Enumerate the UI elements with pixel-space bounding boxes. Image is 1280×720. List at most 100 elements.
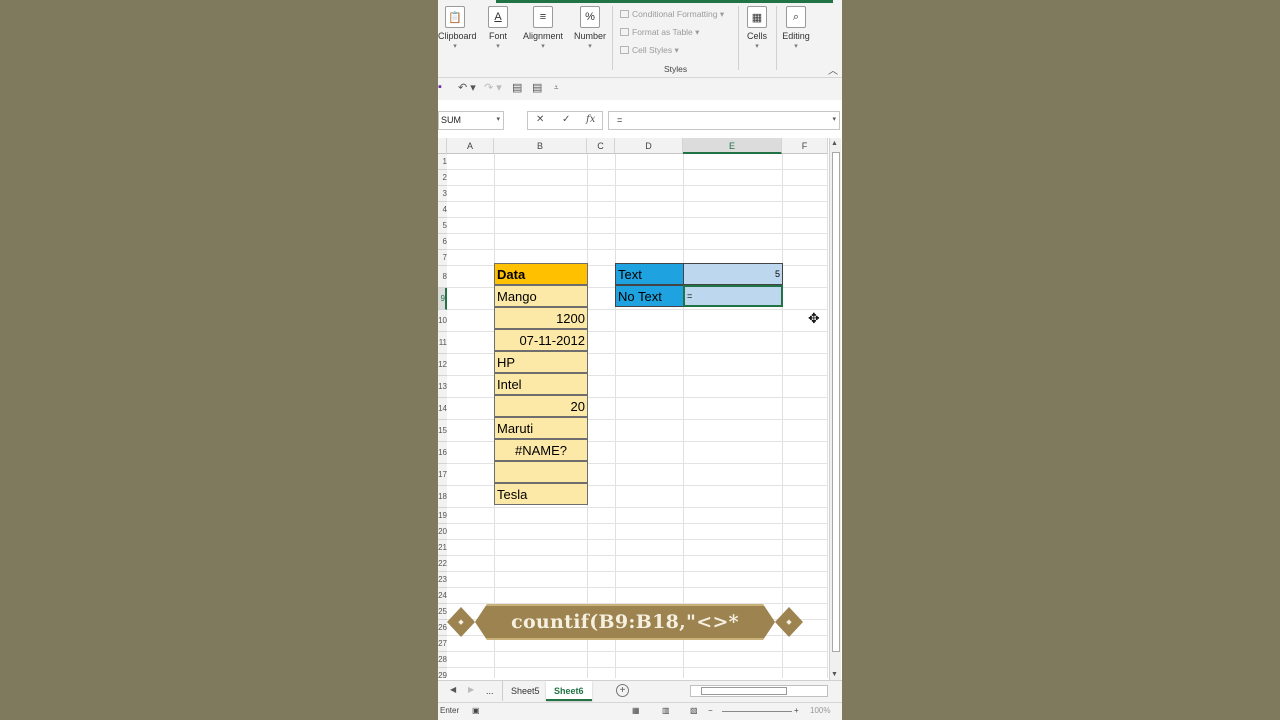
zoom-in-icon[interactable]: + xyxy=(794,706,799,715)
print-preview-icon[interactable]: ▤ xyxy=(512,81,522,94)
enter-icon[interactable]: ✓ xyxy=(562,114,570,125)
column-header-b[interactable]: B xyxy=(494,138,587,154)
row-header[interactable]: 18 xyxy=(438,486,447,508)
column-header-d[interactable]: D xyxy=(615,138,683,154)
data-cell[interactable]: Mango xyxy=(494,285,588,307)
font-group[interactable]: A Font ▾ xyxy=(484,6,512,50)
name-box[interactable]: SUM ▾ xyxy=(438,111,504,130)
gridline xyxy=(447,539,828,540)
row-header[interactable]: 15 xyxy=(438,420,447,442)
row-header[interactable]: 29 xyxy=(438,668,447,678)
column-header-f[interactable]: F xyxy=(782,138,828,154)
vertical-scrollbar[interactable]: ▲ ▼ xyxy=(829,138,841,680)
column-header-a[interactable]: A xyxy=(447,138,494,154)
row-header[interactable]: 20 xyxy=(438,524,447,540)
row-header[interactable]: 12 xyxy=(438,354,447,376)
column-header-c[interactable]: C xyxy=(587,138,615,154)
tab-prev-icon[interactable]: ◀ xyxy=(450,685,456,694)
row-header[interactable]: 9 xyxy=(438,288,447,310)
row-header[interactable]: 3 xyxy=(438,186,447,202)
row-header[interactable]: 17 xyxy=(438,464,447,486)
row-header[interactable]: 13 xyxy=(438,376,447,398)
gridline xyxy=(447,603,828,604)
row-header[interactable]: 14 xyxy=(438,398,447,420)
format-as-table-button[interactable]: Format as Table ▾ xyxy=(620,27,699,38)
insert-function-icon[interactable]: fx xyxy=(586,114,595,125)
row-header[interactable]: 8 xyxy=(438,266,447,288)
worksheet-grid[interactable]: A B C D E F 1 2 3 4 5 6 7 8 9 10 11 12 13 14 15 16 17 18 1… xyxy=(438,138,828,678)
row-header[interactable]: 24 xyxy=(438,588,447,604)
text-count-cell[interactable]: 5 xyxy=(683,263,783,285)
tab-next-icon[interactable]: ▶ xyxy=(468,685,474,694)
data-cell[interactable]: Maruti xyxy=(494,417,588,439)
data-cell[interactable]: Intel xyxy=(494,373,588,395)
gridline xyxy=(447,201,828,202)
page-layout-icon[interactable]: ▥ xyxy=(662,706,670,715)
formula-input[interactable]: = ▾ xyxy=(608,111,840,130)
number-group[interactable]: % Number ▾ xyxy=(572,6,608,50)
alignment-group[interactable]: ≡ Alignment ▾ xyxy=(522,6,564,50)
row-header[interactable]: 1 xyxy=(438,154,447,170)
row-header[interactable]: 22 xyxy=(438,556,447,572)
row-header[interactable]: 19 xyxy=(438,508,447,524)
row-header[interactable]: 16 xyxy=(438,442,447,464)
add-sheet-icon[interactable]: + xyxy=(616,684,629,697)
data-cell-error[interactable]: #NAME? xyxy=(494,439,588,461)
macro-record-icon[interactable]: ▣ xyxy=(472,706,480,715)
scroll-down-icon[interactable]: ▼ xyxy=(831,671,838,678)
data-cell[interactable]: 07-11-2012 xyxy=(494,329,588,351)
zoom-slider[interactable] xyxy=(722,711,792,712)
cells-group[interactable]: ▦ Cells ▾ xyxy=(744,6,770,50)
data-header-cell[interactable]: Data xyxy=(494,263,588,285)
data-cell[interactable]: Tesla xyxy=(494,483,588,505)
row-header[interactable]: 7 xyxy=(438,250,447,266)
row-header[interactable]: 10 xyxy=(438,310,447,332)
data-cell[interactable]: 20 xyxy=(494,395,588,417)
row-header[interactable]: 4 xyxy=(438,202,447,218)
cancel-icon[interactable]: ✕ xyxy=(536,114,544,125)
row-header[interactable]: 2 xyxy=(438,170,447,186)
tab-ellipsis[interactable]: ... xyxy=(478,681,502,701)
customize-toolbar-icon[interactable]: ⩡ xyxy=(554,83,559,93)
filter-icon[interactable]: ▤ xyxy=(532,81,542,94)
sheet-tab-bar: ◀ ▶ ... Sheet5 Sheet6 + xyxy=(438,680,842,702)
row-header[interactable]: 25 xyxy=(438,604,447,620)
data-cell[interactable] xyxy=(494,461,588,483)
row-header[interactable]: 23 xyxy=(438,572,447,588)
save-icon[interactable]: ▪ xyxy=(438,81,442,93)
chevron-down-icon: ▾ xyxy=(794,43,798,50)
row-header[interactable]: 5 xyxy=(438,218,447,234)
collapse-ribbon-icon[interactable]: ︿ xyxy=(828,62,838,77)
redo-icon[interactable]: ↷ ▾ xyxy=(484,81,502,94)
row-header[interactable]: 26 xyxy=(438,620,447,636)
row-header[interactable]: 28 xyxy=(438,652,447,668)
text-label-cell[interactable]: Text xyxy=(615,263,684,285)
clipboard-icon: 📋 xyxy=(445,6,465,28)
row-header[interactable]: 21 xyxy=(438,540,447,556)
tab-sheet6[interactable]: Sheet6 xyxy=(546,681,592,701)
page-break-icon[interactable]: ▧ xyxy=(690,706,698,715)
editing-group[interactable]: ⌕ Editing ▾ xyxy=(780,6,812,50)
row-header[interactable]: 27 xyxy=(438,636,447,652)
undo-icon[interactable]: ↶ ▾ xyxy=(458,81,476,94)
horizontal-scroll-thumb[interactable] xyxy=(701,687,787,695)
no-text-label-cell[interactable]: No Text xyxy=(615,285,684,307)
data-cell[interactable]: HP xyxy=(494,351,588,373)
zoom-out-icon[interactable]: − xyxy=(708,706,713,715)
horizontal-scrollbar[interactable] xyxy=(690,685,828,697)
active-cell[interactable]: = xyxy=(683,285,783,307)
font-label: Font xyxy=(488,31,507,41)
conditional-formatting-button[interactable]: Conditional Formatting ▾ xyxy=(620,9,724,20)
normal-view-icon[interactable]: ▦ xyxy=(632,706,640,715)
column-header-e[interactable]: E xyxy=(683,138,782,154)
scroll-thumb[interactable] xyxy=(832,152,840,652)
clipboard-label: Clipboard xyxy=(438,31,477,41)
data-cell[interactable]: 1200 xyxy=(494,307,588,329)
tab-sheet5[interactable]: Sheet5 xyxy=(502,681,548,701)
select-all-corner[interactable] xyxy=(438,138,447,154)
row-header[interactable]: 6 xyxy=(438,234,447,250)
row-header[interactable]: 11 xyxy=(438,332,447,354)
cell-styles-button[interactable]: Cell Styles ▾ xyxy=(620,45,679,56)
clipboard-group[interactable]: 📋 Clipboard ▾ xyxy=(438,6,477,50)
scroll-up-icon[interactable]: ▲ xyxy=(831,140,838,147)
